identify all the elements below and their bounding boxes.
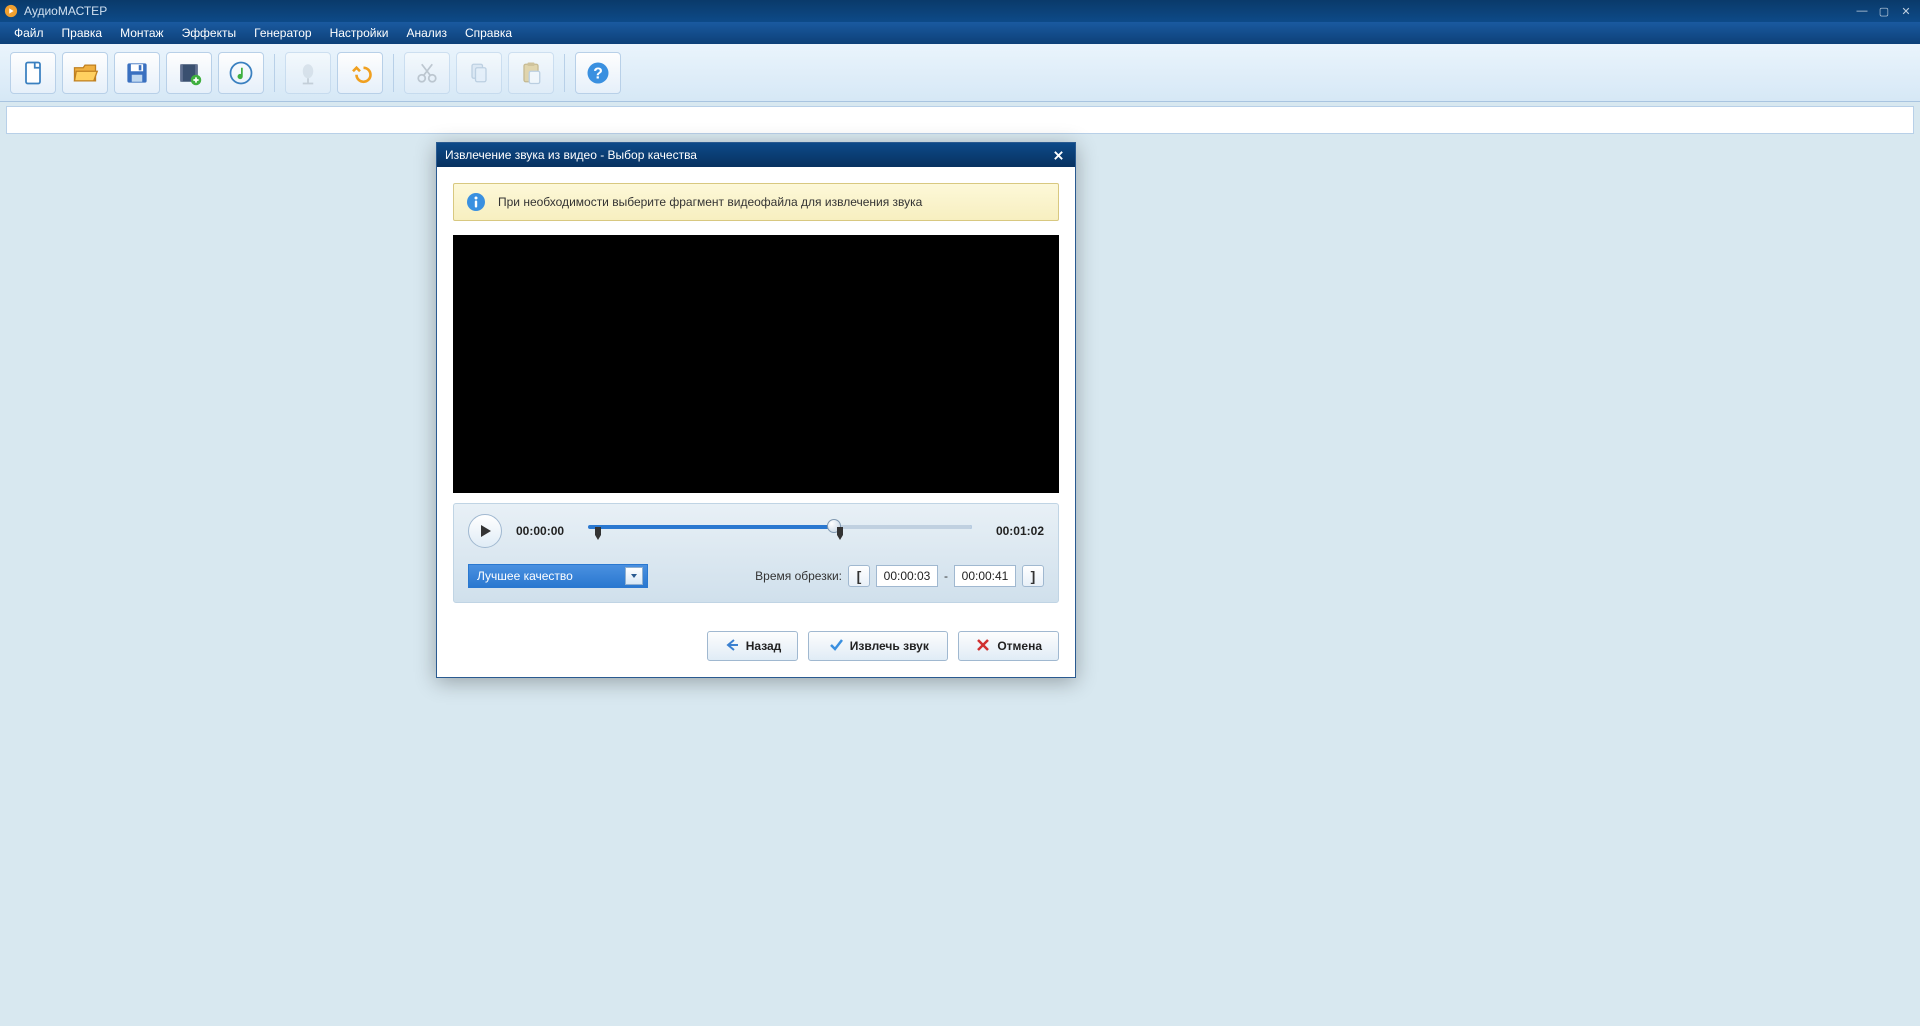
info-banner: При необходимости выберите фрагмент виде… <box>453 183 1059 221</box>
toolbar-separator <box>274 54 275 92</box>
set-end-button[interactable]: ] <box>1022 565 1044 587</box>
trim-start-handle[interactable] <box>595 527 605 541</box>
trim-end-input[interactable] <box>954 565 1016 587</box>
import-video-button[interactable] <box>166 52 212 94</box>
trim-start-input[interactable] <box>876 565 938 587</box>
window-titlebar: АудиоМАСТЕР — ▢ ✕ <box>0 0 1920 22</box>
dialog-titlebar: Извлечение звука из видео - Выбор качест… <box>437 143 1075 167</box>
paste-button <box>508 52 554 94</box>
close-button[interactable]: ✕ <box>1896 3 1916 19</box>
check-icon <box>828 637 844 656</box>
arrow-left-icon <box>724 637 740 656</box>
menu-file[interactable]: Файл <box>6 23 52 43</box>
menu-analysis[interactable]: Анализ <box>398 23 455 43</box>
extract-button[interactable]: Извлечь звук <box>808 631 948 661</box>
dropdown-arrow-icon <box>625 567 643 585</box>
record-button <box>285 52 331 94</box>
menu-effects[interactable]: Эффекты <box>174 23 245 43</box>
copy-button <box>456 52 502 94</box>
trim-label: Время обрезки: <box>755 569 842 583</box>
menu-generator[interactable]: Генератор <box>246 23 319 43</box>
app-icon <box>4 4 18 18</box>
info-text: При необходимости выберите фрагмент виде… <box>498 195 922 209</box>
extract-audio-button[interactable] <box>218 52 264 94</box>
set-start-button[interactable]: [ <box>848 565 870 587</box>
time-total: 00:01:02 <box>986 524 1044 538</box>
trim-dash: - <box>944 569 948 583</box>
trim-end-handle[interactable] <box>833 527 843 541</box>
extract-label: Извлечь звук <box>850 639 929 653</box>
undo-button[interactable] <box>337 52 383 94</box>
address-bar[interactable] <box>6 106 1914 134</box>
menu-montage[interactable]: Монтаж <box>112 23 172 43</box>
seek-bar[interactable] <box>588 517 972 545</box>
extract-audio-dialog: Извлечение звука из видео - Выбор качест… <box>436 142 1076 678</box>
player-panel: 00:00:00 00:01:02 <box>453 503 1059 603</box>
svg-text:?: ? <box>593 65 603 82</box>
dialog-body: При необходимости выберите фрагмент виде… <box>437 167 1075 619</box>
help-button[interactable]: ? <box>575 52 621 94</box>
menu-settings[interactable]: Настройки <box>322 23 397 43</box>
menubar: Файл Правка Монтаж Эффекты Генератор Нас… <box>0 22 1920 44</box>
back-button[interactable]: Назад <box>707 631 799 661</box>
minimize-button[interactable]: — <box>1852 3 1872 19</box>
app-title: АудиоМАСТЕР <box>24 4 107 18</box>
back-label: Назад <box>746 639 782 653</box>
save-button[interactable] <box>114 52 160 94</box>
maximize-button[interactable]: ▢ <box>1874 3 1894 19</box>
time-current: 00:00:00 <box>516 524 574 538</box>
dialog-footer: Назад Извлечь звук Отмена <box>437 619 1075 677</box>
video-preview <box>453 235 1059 493</box>
play-button[interactable] <box>468 514 502 548</box>
menu-edit[interactable]: Правка <box>54 23 111 43</box>
cancel-label: Отмена <box>997 639 1042 653</box>
new-button[interactable] <box>10 52 56 94</box>
cancel-icon <box>975 637 991 656</box>
open-button[interactable] <box>62 52 108 94</box>
dialog-close-button[interactable] <box>1049 147 1067 163</box>
dialog-title: Извлечение звука из видео - Выбор качест… <box>445 148 697 162</box>
cancel-button[interactable]: Отмена <box>958 631 1059 661</box>
toolbar: ? <box>0 44 1920 102</box>
toolbar-separator <box>564 54 565 92</box>
info-icon <box>466 192 486 212</box>
quality-select[interactable]: Лучшее качество <box>468 564 648 588</box>
workspace: Извлечение звука из видео - Выбор качест… <box>0 134 1920 1026</box>
toolbar-separator <box>393 54 394 92</box>
menu-help[interactable]: Справка <box>457 23 520 43</box>
quality-selected: Лучшее качество <box>477 569 573 583</box>
cut-button <box>404 52 450 94</box>
